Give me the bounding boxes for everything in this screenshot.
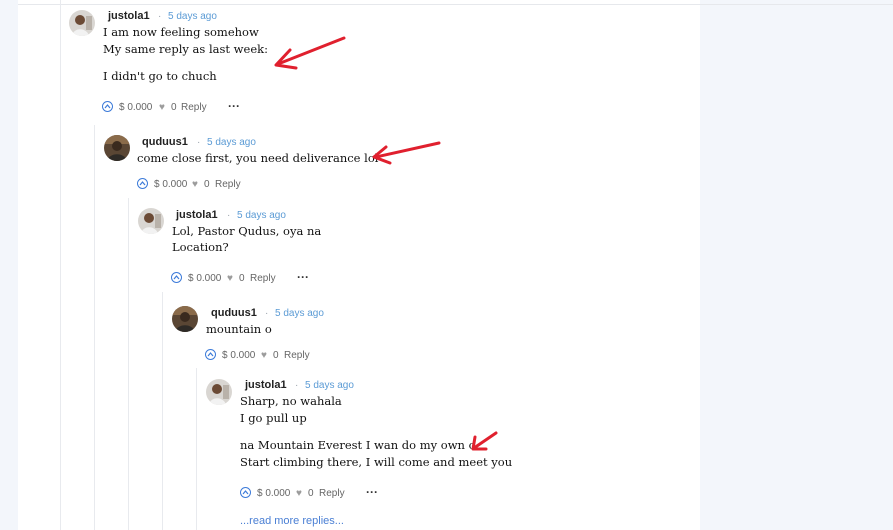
comment-actions: $ 0.000 ♥ 0 Reply ··· [171,270,321,286]
separator-dot: · [295,380,299,391]
comment-actions: $ 0.000 ♥ 0 Reply ··· [102,99,252,115]
payout-amount[interactable]: $ 0.000 [257,487,290,501]
comment-text: Start climbing there, I will come and me… [240,455,513,469]
comment-text: I didn't go to chuch [103,69,217,83]
like-count: 0 [308,488,314,499]
timestamp[interactable]: 5 days ago [237,210,286,221]
reply-button[interactable]: Reply [181,101,207,115]
thread-line-1 [60,0,61,530]
heart-icon[interactable]: ♥ [296,487,302,501]
comment-text: My same reply as last week: [103,42,268,56]
separator-dot: · [265,308,269,319]
reply-button[interactable]: Reply [250,272,276,286]
like-count: 0 [171,102,177,113]
more-dots-icon[interactable]: ··· [228,99,240,113]
separator-dot: · [227,210,231,221]
payout-amount[interactable]: $ 0.000 [119,101,152,115]
separator-dot: · [197,137,201,148]
more-dots-icon[interactable]: ··· [297,270,309,284]
payout-amount[interactable]: $ 0.000 [188,272,221,286]
upvote-icon[interactable] [137,178,148,189]
heart-icon[interactable]: ♥ [261,349,267,363]
upvote-icon[interactable] [205,349,216,360]
thread-line-2 [94,125,95,530]
thread-line-4 [162,292,163,530]
more-dots-icon[interactable]: ··· [366,485,378,499]
like-count: 0 [239,273,245,284]
timestamp[interactable]: 5 days ago [207,137,256,148]
author-name[interactable]: justola1 [108,10,150,22]
red-arrow-annotation-icon [274,36,346,70]
author-name[interactable]: quduus1 [211,307,257,319]
heart-icon[interactable]: ♥ [159,101,165,115]
payout-amount[interactable]: $ 0.000 [154,178,187,192]
read-more-replies-link[interactable]: ...read more replies... [240,515,344,527]
comment-actions: $ 0.000 ♥ 0 Reply [137,178,257,192]
avatar[interactable] [138,208,164,234]
like-count: 0 [204,179,210,190]
timestamp[interactable]: 5 days ago [305,380,354,391]
top-divider [18,4,893,5]
reply-button[interactable]: Reply [215,178,241,192]
red-arrow-annotation-icon [372,141,441,165]
avatar[interactable] [69,10,95,36]
timestamp[interactable]: 5 days ago [168,11,217,22]
upvote-icon[interactable] [240,487,251,498]
separator-dot: · [158,11,162,22]
avatar[interactable] [172,306,198,332]
comment-text: na Mountain Everest I wan do my own o [240,438,476,452]
author-name[interactable]: justola1 [245,379,287,391]
comment-actions: $ 0.000 ♥ 0 Reply [205,349,325,363]
comment-actions: $ 0.000 ♥ 0 Reply ··· [240,485,390,501]
reply-button[interactable]: Reply [319,487,345,501]
red-arrow-annotation-icon [471,431,498,451]
comment-text: I go pull up [240,411,307,425]
comment-text: Sharp, no wahala [240,394,342,408]
avatar[interactable] [206,379,232,405]
comment-text: I am now feeling somehow [103,25,259,39]
reply-button[interactable]: Reply [284,349,310,363]
payout-amount[interactable]: $ 0.000 [222,349,255,363]
heart-icon[interactable]: ♥ [192,178,198,192]
heart-icon[interactable]: ♥ [227,272,233,286]
timestamp[interactable]: 5 days ago [275,308,324,319]
upvote-icon[interactable] [171,272,182,283]
author-name[interactable]: quduus1 [142,136,188,148]
comment-text: Location? [172,240,229,254]
comment-text: come close first, you need deliverance l… [137,151,379,165]
like-count: 0 [273,350,279,361]
upvote-icon[interactable] [102,101,113,112]
comment-text: Lol, Pastor Qudus, oya na [172,224,322,238]
comment-text: mountain o [206,322,272,336]
thread-line-3 [128,198,129,530]
author-name[interactable]: justola1 [176,209,218,221]
avatar[interactable] [104,135,130,161]
thread-line-5 [196,368,197,530]
